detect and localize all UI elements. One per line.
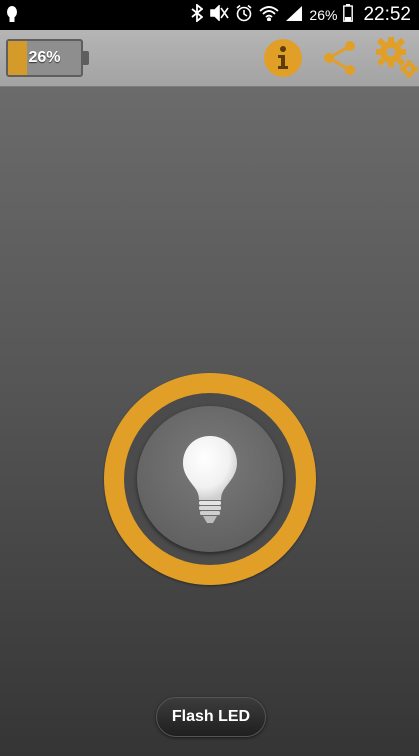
bluetooth-icon [191,2,204,27]
status-bar: 26% 22:52 [0,0,419,30]
main-area: Flash LED [0,87,419,756]
battery-percent-label: 26% [28,49,61,66]
power-ring [104,373,316,585]
alarm-icon [235,4,253,27]
info-icon [264,39,302,77]
light-bulb-icon [183,436,237,523]
battery-indicator: 26% [6,39,83,77]
share-icon [324,41,355,75]
status-icons: 26% 22:52 [191,0,411,30]
power-ring-inner [124,393,296,565]
app-bar: 26% [0,30,419,87]
clock: 22:52 [363,4,411,25]
signal-percent: 26% [309,7,338,23]
info-button[interactable] [263,38,303,78]
settings-icon [376,37,418,78]
battery-icon [343,3,354,27]
cellular-signal-icon [285,5,303,26]
wifi-icon [259,5,280,26]
share-button[interactable] [320,38,360,78]
mute-icon [209,3,230,26]
torch-toggle-button[interactable] [137,406,283,552]
notification-bulb-icon [6,0,18,30]
battery-cap [83,51,89,65]
settings-button[interactable] [375,36,419,80]
flash-led-button[interactable]: Flash LED [156,697,266,737]
